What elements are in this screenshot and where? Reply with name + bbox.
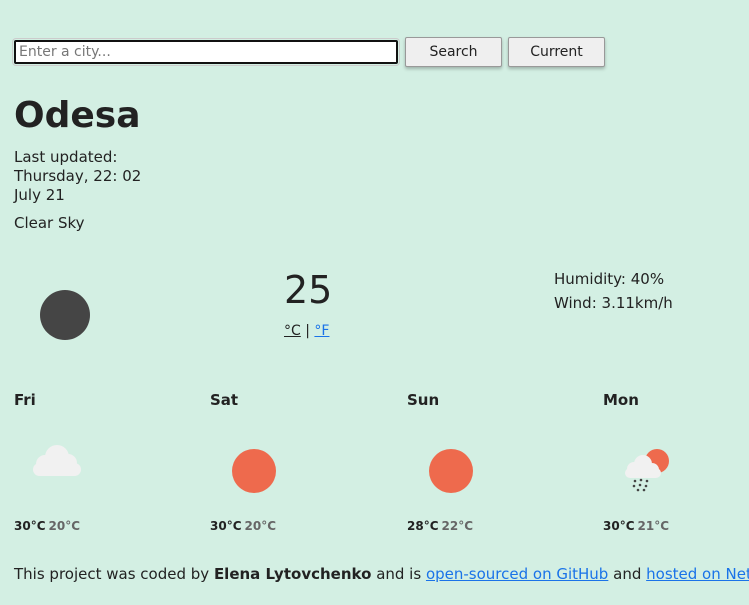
weather-details: Humidity: 40% Wind: 3.11km/h	[554, 267, 673, 315]
footer-prefix: This project was coded by	[14, 565, 210, 583]
sun-icon	[429, 449, 473, 493]
footer-and: and	[613, 565, 642, 583]
forecast-day: Mon 30°C 21°C	[603, 391, 723, 533]
search-form: Search Current	[12, 37, 605, 67]
cloud-icon	[30, 443, 84, 483]
forecast-temps: 30°C 21°C	[603, 519, 669, 533]
unit-separator: |	[305, 323, 310, 339]
forecast-temps: 30°C 20°C	[14, 519, 80, 533]
search-button[interactable]: Search	[405, 37, 502, 67]
forecast-day: Fri 30°C 20°C	[14, 391, 134, 533]
unit-toggle: °C | °F	[284, 323, 329, 339]
forecast-max: 30°C	[603, 519, 635, 533]
forecast-day-name: Sun	[407, 391, 440, 409]
weather-description: Clear Sky	[14, 214, 85, 232]
forecast-day-name: Mon	[603, 391, 639, 409]
github-link[interactable]: open-sourced on GitHub	[426, 565, 608, 583]
celsius-link[interactable]: °C	[284, 323, 301, 339]
forecast-min: 20°C	[48, 519, 81, 533]
forecast-temps: 30°C 20°C	[210, 519, 276, 533]
forecast-max: 30°C	[210, 519, 242, 533]
last-updated-label: Last updated:	[14, 148, 118, 166]
sun-icon	[232, 449, 276, 493]
forecast-temps: 28°C 22°C	[407, 519, 473, 533]
forecast-day: Sat 30°C 20°C	[210, 391, 330, 533]
last-updated-time: Thursday, 22: 02	[14, 167, 142, 185]
forecast-min: 21°C	[637, 519, 670, 533]
fahrenheit-link[interactable]: °F	[314, 323, 329, 339]
netlify-link[interactable]: hosted on Netlify	[646, 565, 749, 583]
last-updated-date: July 21	[14, 186, 65, 204]
moon-icon	[40, 290, 90, 340]
forecast-day-name: Fri	[14, 391, 36, 409]
forecast-min: 22°C	[441, 519, 474, 533]
city-search-input[interactable]	[12, 38, 400, 66]
city-name: Odesa	[14, 95, 141, 136]
humidity: Humidity: 40%	[554, 270, 665, 288]
forecast-day: Sun 28°C 22°C	[407, 391, 527, 533]
rain-sun-icon	[621, 447, 671, 499]
footer: This project was coded by Elena Lytovche…	[14, 565, 749, 583]
last-updated: Last updated: Thursday, 22: 02 July 21	[14, 148, 141, 205]
forecast-max: 28°C	[407, 519, 439, 533]
forecast-max: 30°C	[14, 519, 46, 533]
forecast-day-name: Sat	[210, 391, 239, 409]
current-temperature: 25	[284, 268, 333, 312]
wind: Wind: 3.11km/h	[554, 294, 673, 312]
footer-middle: and is	[376, 565, 422, 583]
footer-author: Elena Lytovchenko	[213, 565, 372, 583]
forecast-min: 20°C	[244, 519, 277, 533]
current-location-button[interactable]: Current	[508, 37, 605, 67]
